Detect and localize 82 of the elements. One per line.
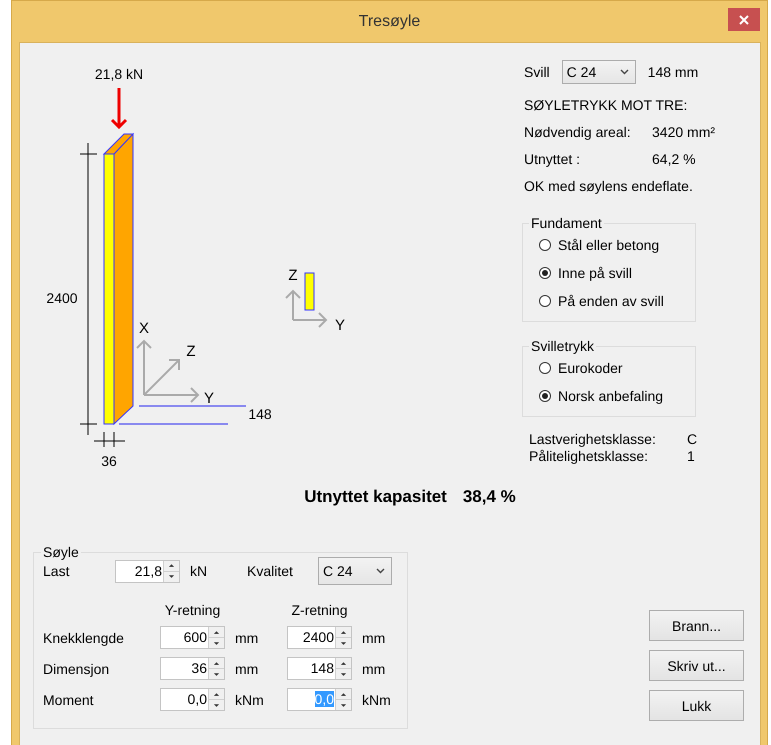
spin-up-icon[interactable] [213, 692, 220, 696]
value-text: C [687, 430, 698, 446]
unit-label: mm [235, 630, 258, 646]
unit-label: kN [190, 563, 208, 579]
number-field[interactable]: 0,0 [160, 688, 225, 711]
field-label: Moment [43, 692, 95, 708]
close-icon [739, 14, 749, 24]
spin-up-icon[interactable] [340, 630, 347, 634]
number-field[interactable]: 2400 [287, 626, 352, 649]
section-heading: SØYLETRYKK MOT TRE: [524, 96, 688, 112]
radio-label[interactable]: Stål eller betong [558, 237, 660, 253]
value-text: 1 [687, 448, 695, 464]
spin-up-icon[interactable] [340, 660, 347, 666]
field-label: Last [43, 563, 70, 579]
cross-section-drawing [304, 272, 314, 310]
dimension-label: 148 [248, 406, 272, 422]
axis-label: Y [335, 317, 345, 334]
spin-down-icon[interactable] [213, 702, 220, 708]
number-field[interactable]: 36 [160, 657, 225, 680]
radio-label[interactable]: Norsk anbefaling [558, 388, 664, 404]
result-label: Utnyttet kapasitet [304, 487, 447, 507]
value-text: 3420 mm² [652, 124, 716, 140]
dialog-button[interactable]: Lukk [649, 690, 744, 721]
spin-up-icon[interactable] [340, 692, 347, 696]
field-label: Pålitelighetsklasse: [529, 448, 650, 464]
field-label: Utnyttet : [524, 150, 582, 166]
spin-down-icon[interactable] [168, 574, 175, 579]
load-arrow [110, 86, 128, 130]
spin-down-icon[interactable] [340, 640, 347, 646]
unit-label: kNm [235, 692, 264, 708]
close-button[interactable] [728, 8, 760, 31]
unit-label: kNm [362, 692, 391, 708]
spin-up-icon[interactable] [213, 660, 220, 666]
unit-label: mm [235, 660, 258, 676]
radio-label[interactable]: På enden av svill [558, 293, 664, 309]
field-label: Nødvendig areal: [524, 124, 632, 140]
grade-dropdown[interactable]: C 24 [318, 557, 392, 585]
radio-button[interactable] [539, 267, 551, 279]
chevron-down-icon [376, 568, 385, 574]
group-title: Svilletrykk [530, 338, 596, 354]
field-label: Svill [524, 64, 550, 80]
load-label: 21,8 kN [94, 66, 144, 82]
axis-label: Y [204, 390, 214, 407]
dimension-label: 2400 [46, 290, 78, 306]
field-label: Dimensjon [43, 660, 110, 676]
column-header: Z-retning [290, 602, 349, 618]
spin-down-icon[interactable] [340, 672, 347, 676]
number-field[interactable]: 148 [287, 657, 352, 680]
spin-down-icon[interactable] [213, 672, 220, 676]
group-title: Søyle [42, 544, 80, 560]
status-message: OK med søylens endeflate. [524, 178, 693, 194]
radio-label[interactable]: Inne på svill [558, 265, 632, 281]
dialog-button[interactable]: Brann... [649, 610, 744, 641]
group-title: Fundament [530, 215, 603, 231]
grade-dropdown[interactable]: C 24 [562, 60, 636, 84]
dimension-label: 36 [101, 453, 117, 469]
radio-label[interactable]: Eurokoder [558, 360, 623, 376]
dialog-button[interactable]: Skriv ut... [649, 650, 744, 681]
radio-button[interactable] [539, 390, 551, 402]
radio-button[interactable] [539, 295, 551, 307]
axis-label: Z [288, 267, 298, 284]
field-label: Knekklengde [43, 630, 125, 646]
field-label: Lastverighetsklasse: [529, 430, 657, 446]
window-title: Tresøyle [358, 12, 420, 30]
unit-label: mm [362, 660, 386, 676]
value-text: 64,2 % [652, 150, 696, 166]
number-field[interactable]: 21,8 [115, 560, 180, 582]
field-label: Kvalitet [247, 563, 294, 579]
spin-up-icon[interactable] [213, 630, 220, 634]
radio-button[interactable] [539, 362, 551, 374]
spin-down-icon[interactable] [340, 702, 347, 708]
axis-label: Z [186, 343, 196, 360]
result-value: 38,4 % [462, 487, 516, 507]
spin-up-icon[interactable] [168, 563, 175, 568]
value-text: 148 mm [648, 64, 698, 80]
number-field[interactable]: 600 [160, 626, 225, 649]
radio-button[interactable] [539, 239, 551, 251]
column-header: Y-retning [164, 602, 222, 618]
unit-label: mm [362, 630, 386, 646]
chevron-down-icon [620, 69, 629, 75]
spin-down-icon[interactable] [213, 640, 220, 646]
axis-label: X [139, 320, 149, 337]
